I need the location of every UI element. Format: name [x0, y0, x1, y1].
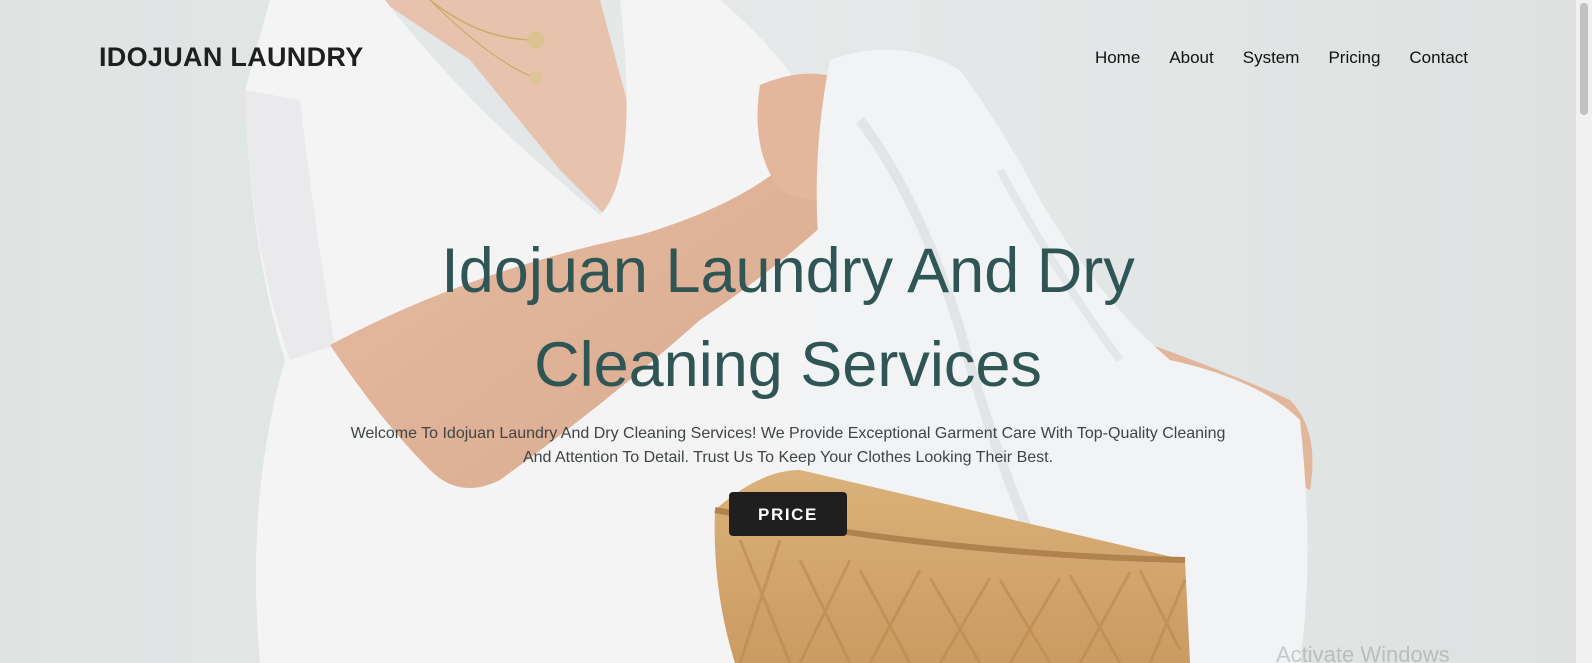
- scrollbar-thumb[interactable]: [1580, 3, 1588, 115]
- nav-item-system: System: [1214, 48, 1300, 68]
- landing-page: IDOJUAN LAUNDRY Home About System Pricin…: [0, 0, 1576, 663]
- price-button[interactable]: PRICE: [729, 492, 847, 536]
- nav-link-about[interactable]: About: [1169, 48, 1213, 68]
- browser-viewport: IDOJUAN LAUNDRY Home About System Pricin…: [0, 0, 1592, 663]
- nav-item-contact: Contact: [1380, 48, 1468, 68]
- nav-link-contact[interactable]: Contact: [1409, 48, 1468, 68]
- brand-logo-link[interactable]: IDOJUAN LAUNDRY: [99, 42, 364, 73]
- nav-item-about: About: [1140, 48, 1213, 68]
- nav-link-pricing[interactable]: Pricing: [1328, 48, 1380, 68]
- nav-menu: Home About System Pricing Contact: [1066, 48, 1468, 68]
- nav-item-home: Home: [1066, 48, 1140, 68]
- hero-title: Idojuan Laundry And Dry Cleaning Service…: [441, 236, 1135, 400]
- activate-windows-watermark: Activate Windows: [1276, 642, 1450, 663]
- hero-subtitle: Welcome To Idojuan Laundry And Dry Clean…: [350, 425, 1226, 466]
- nav-item-pricing: Pricing: [1299, 48, 1380, 68]
- nav-link-home[interactable]: Home: [1095, 48, 1140, 68]
- vertical-scrollbar[interactable]: [1576, 0, 1592, 663]
- nav-link-system[interactable]: System: [1243, 48, 1300, 68]
- hero-section: Idojuan Laundry And Dry Cleaning Service…: [0, 224, 1576, 536]
- top-navbar: IDOJUAN LAUNDRY Home About System Pricin…: [0, 0, 1576, 118]
